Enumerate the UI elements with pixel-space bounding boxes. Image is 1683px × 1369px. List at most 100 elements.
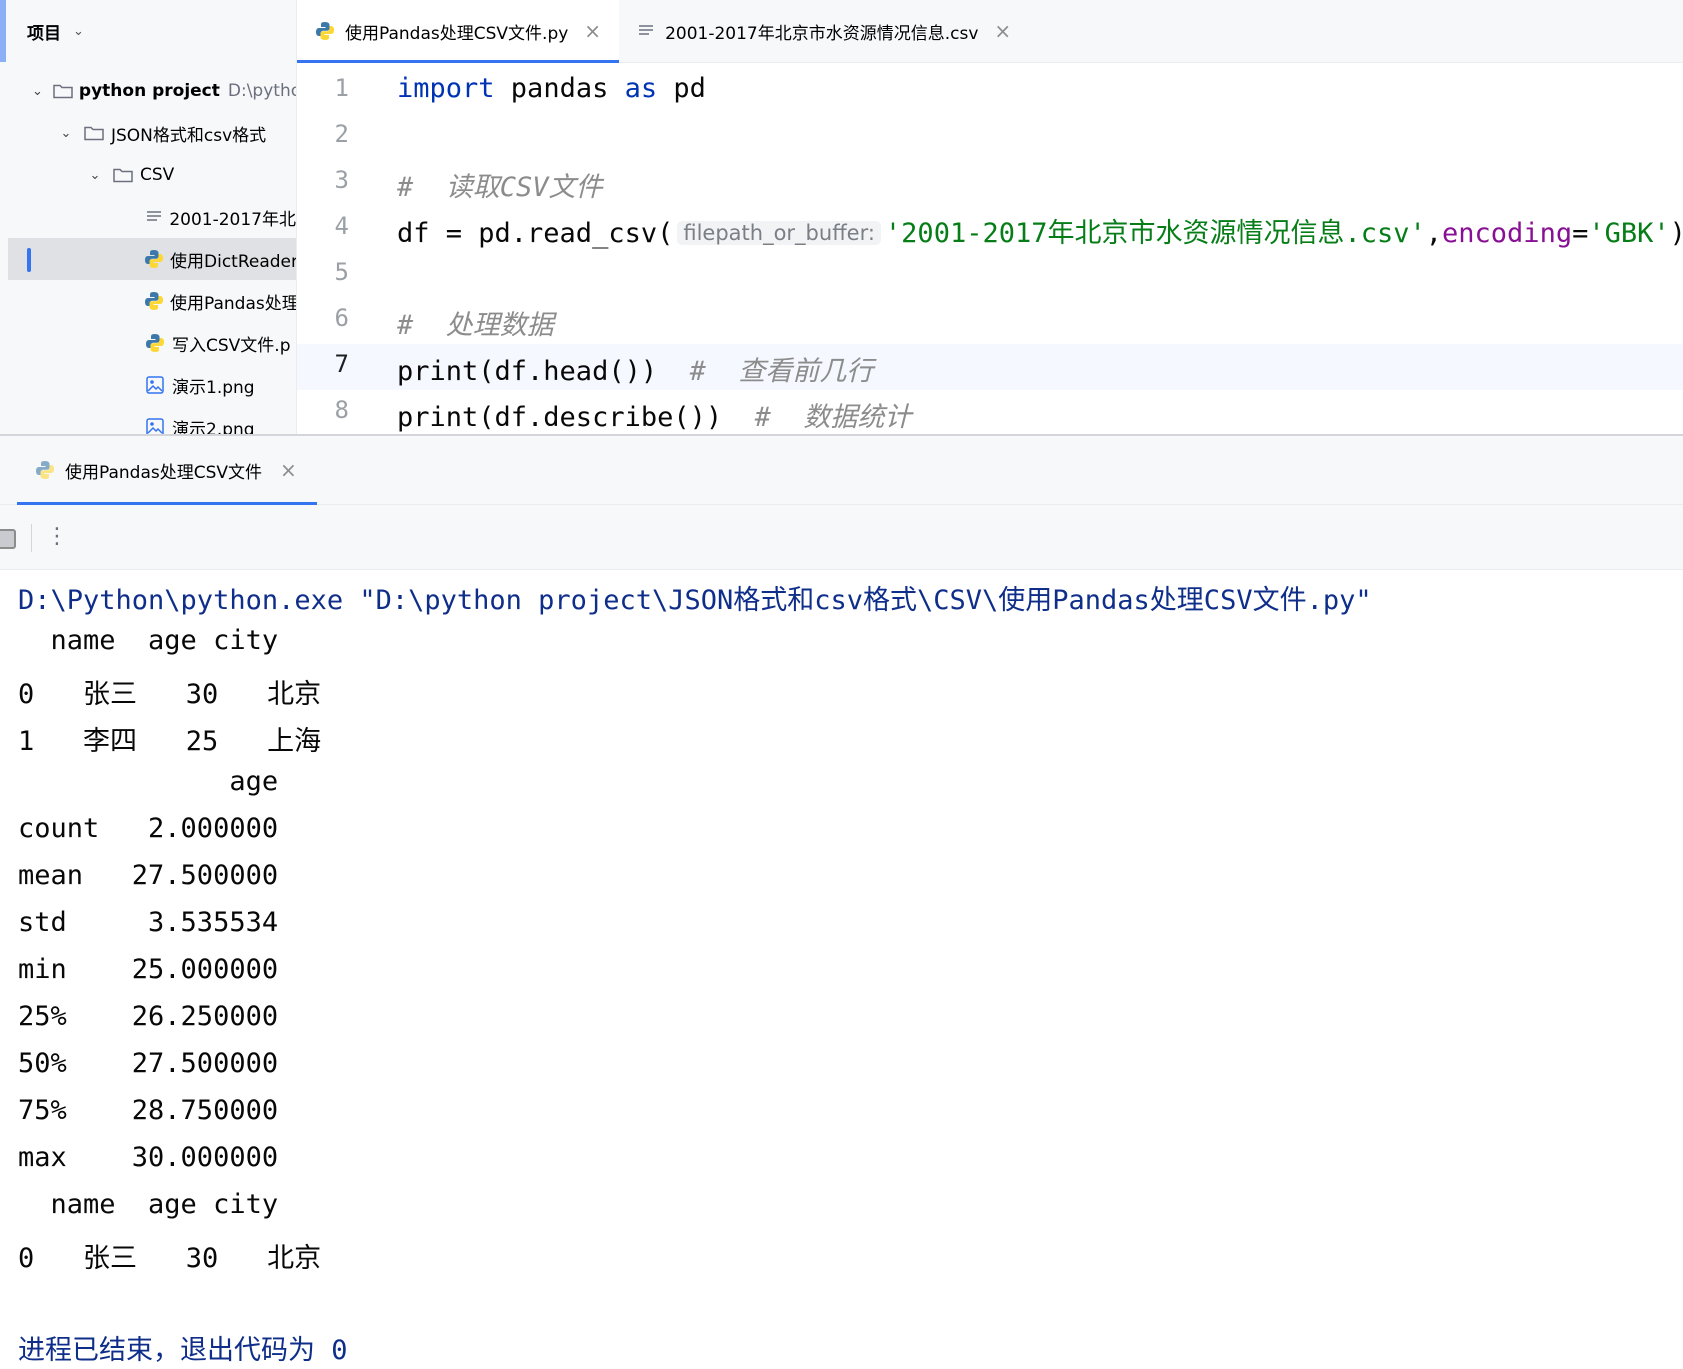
line-number: 5 bbox=[334, 258, 349, 286]
tree-item-json-folder[interactable]: ⌄ JSON格式和csv格式 bbox=[8, 112, 296, 154]
line-number: 8 bbox=[334, 396, 349, 424]
code-comment: # 处理数据 bbox=[397, 310, 554, 341]
tree-item-path-hint: D:\python bbox=[227, 81, 296, 101]
python-file-icon bbox=[144, 292, 164, 310]
tool-window-strip-accent bbox=[0, 0, 6, 62]
tree-item-image-2[interactable]: 演示2.png bbox=[8, 406, 296, 434]
console-output-line: std 3.535534 bbox=[18, 907, 279, 938]
keyword-as: as bbox=[624, 73, 658, 104]
tree-item-label: 演示1.png bbox=[172, 377, 255, 398]
console-output-line: 0 张三 30 北京 bbox=[18, 1243, 322, 1274]
python-file-icon bbox=[35, 460, 55, 480]
project-panel: 项目 ⌄ ⌄ python project D:\python ⌄ bbox=[8, 0, 297, 434]
chevron-down-icon[interactable]: ⌄ bbox=[59, 126, 73, 141]
keyword-import: import bbox=[397, 73, 495, 104]
line-number: 2 bbox=[334, 120, 349, 148]
run-tab[interactable]: 使用Pandas处理CSV文件 × bbox=[17, 436, 317, 505]
tab-csv-file[interactable]: 2001-2017年北京市水资源情况信息.csv × bbox=[619, 0, 1029, 62]
code-editor: 使用Pandas处理CSV文件.py × 2001-2017年北京市水资源情况信… bbox=[297, 0, 1683, 434]
toolbar-separator bbox=[31, 524, 32, 552]
line-number: 3 bbox=[334, 166, 349, 194]
code-comment: # 查看前几行 bbox=[689, 356, 874, 387]
console-output-line: 25% 26.250000 bbox=[18, 1001, 279, 1032]
code-text: df = pd.read_csv(filepath_or_buffer: '200… bbox=[397, 211, 1683, 250]
close-icon[interactable]: × bbox=[280, 458, 297, 482]
tree-item-python-project[interactable]: ⌄ python project D:\python bbox=[8, 70, 296, 112]
chevron-down-icon[interactable]: ⌄ bbox=[32, 84, 43, 99]
close-paren: ) bbox=[1670, 218, 1683, 249]
tree-item-label: python project bbox=[78, 81, 220, 101]
folder-icon bbox=[112, 166, 134, 184]
console-exit-message: 进程已结束，退出代码为 0 bbox=[18, 1335, 348, 1366]
code-text: print(df.describe()) # 数据统计 bbox=[397, 395, 911, 434]
folder-icon bbox=[83, 124, 105, 142]
console-output-line: max 30.000000 bbox=[18, 1142, 279, 1173]
tree-item-pandas-file[interactable]: 使用Pandas处理 bbox=[8, 280, 296, 322]
chevron-down-icon[interactable]: ⌄ bbox=[73, 24, 84, 39]
tree-item-label: 使用Pandas处理 bbox=[170, 293, 297, 314]
code-comment: # 数据统计 bbox=[754, 402, 912, 433]
console-output-line: count 2.000000 bbox=[18, 813, 279, 844]
line-number: 1 bbox=[334, 74, 349, 102]
line-number: 7 bbox=[334, 350, 349, 378]
python-file-icon bbox=[144, 334, 166, 352]
tree-item-label: CSV bbox=[140, 165, 175, 185]
string-literal: 'GBK' bbox=[1588, 218, 1670, 249]
console-output-line: 75% 28.750000 bbox=[18, 1095, 279, 1126]
tree-item-image-1[interactable]: 演示1.png bbox=[8, 364, 296, 406]
stop-icon[interactable] bbox=[0, 529, 16, 549]
folder-icon bbox=[53, 82, 73, 100]
tree-item-label: JSON格式和csv格式 bbox=[111, 125, 267, 146]
run-toolbar: ⋮ bbox=[0, 505, 1683, 570]
code-statement: print(df.describe()) bbox=[397, 402, 723, 433]
line-number: 6 bbox=[334, 304, 349, 332]
code-statement: print(df.head()) bbox=[397, 356, 658, 387]
code-area[interactable]: 1 import pandas as pd 2 3 # 读取CSV文件 4 df… bbox=[297, 68, 1683, 434]
tree-item-csv-folder[interactable]: ⌄ CSV bbox=[8, 154, 296, 196]
tree-item-dictreader-file[interactable]: 使用DictReader bbox=[8, 238, 296, 280]
console-output-line: name age city bbox=[18, 1189, 279, 1220]
console-output-line: 1 李四 25 上海 bbox=[18, 726, 322, 757]
chevron-down-icon[interactable]: ⌄ bbox=[88, 168, 102, 183]
project-tree: ⌄ python project D:\python ⌄ JSON格式和csv格… bbox=[8, 70, 296, 434]
more-options-icon[interactable]: ⋮ bbox=[46, 519, 68, 555]
tree-item-label: 演示2.png bbox=[172, 419, 255, 435]
run-tab-bar: 使用Pandas处理CSV文件 × bbox=[0, 436, 1683, 505]
code-line-4[interactable]: 4 df = pd.read_csv(filepath_or_buffer: '2… bbox=[297, 206, 1683, 252]
code-line-7-current[interactable]: 7 print(df.head()) # 查看前几行 bbox=[297, 344, 1683, 390]
top-area: 项目 ⌄ ⌄ python project D:\python ⌄ bbox=[0, 0, 1683, 434]
tree-item-label: 使用DictReader bbox=[170, 251, 297, 272]
equals: = bbox=[1572, 218, 1589, 249]
tree-item-csv-file[interactable]: 2001-2017年北 bbox=[8, 196, 296, 238]
tree-item-label: 2001-2017年北 bbox=[169, 209, 296, 230]
named-parameter: encoding bbox=[1442, 218, 1573, 249]
code-text: print(df.head()) # 查看前几行 bbox=[397, 349, 873, 388]
alias-name: pd bbox=[657, 73, 706, 104]
code-comment: # 读取CSV文件 bbox=[397, 172, 603, 203]
console-output-line: mean 27.500000 bbox=[18, 860, 279, 891]
project-panel-header[interactable]: 项目 ⌄ bbox=[8, 0, 296, 62]
image-file-icon bbox=[144, 376, 166, 394]
tab-label: 使用Pandas处理CSV文件.py bbox=[345, 23, 569, 44]
module-name: pandas bbox=[494, 73, 625, 104]
console-output-line: 0 张三 30 北京 bbox=[18, 679, 322, 710]
code-line-2[interactable]: 2 bbox=[297, 114, 1683, 160]
tab-pandas-py[interactable]: 使用Pandas处理CSV文件.py × bbox=[297, 0, 620, 63]
tree-item-write-csv-file[interactable]: 写入CSV文件.p bbox=[8, 322, 296, 364]
console-output-line: age bbox=[18, 766, 279, 797]
code-line-5[interactable]: 5 bbox=[297, 252, 1683, 298]
close-icon[interactable]: × bbox=[584, 19, 601, 43]
ide-window: 项目 ⌄ ⌄ python project D:\python ⌄ bbox=[0, 0, 1683, 1369]
line-number: 4 bbox=[334, 212, 349, 240]
editor-tab-bar: 使用Pandas处理CSV文件.py × 2001-2017年北京市水资源情况信… bbox=[297, 0, 1683, 63]
close-icon[interactable]: × bbox=[994, 19, 1011, 43]
comma: , bbox=[1425, 218, 1443, 249]
text-file-icon bbox=[144, 208, 163, 226]
project-panel-title: 项目 bbox=[27, 23, 61, 44]
console-output[interactable]: D:\Python\python.exe "D:\python project\… bbox=[0, 570, 1683, 1369]
code-prefix: df = pd.read_csv( bbox=[397, 218, 674, 249]
code-line-3[interactable]: 3 # 读取CSV文件 bbox=[297, 160, 1683, 206]
code-line-1[interactable]: 1 import pandas as pd bbox=[297, 68, 1683, 114]
code-line-6[interactable]: 6 # 处理数据 bbox=[297, 298, 1683, 344]
code-line-8[interactable]: 8 print(df.describe()) # 数据统计 bbox=[297, 390, 1683, 434]
